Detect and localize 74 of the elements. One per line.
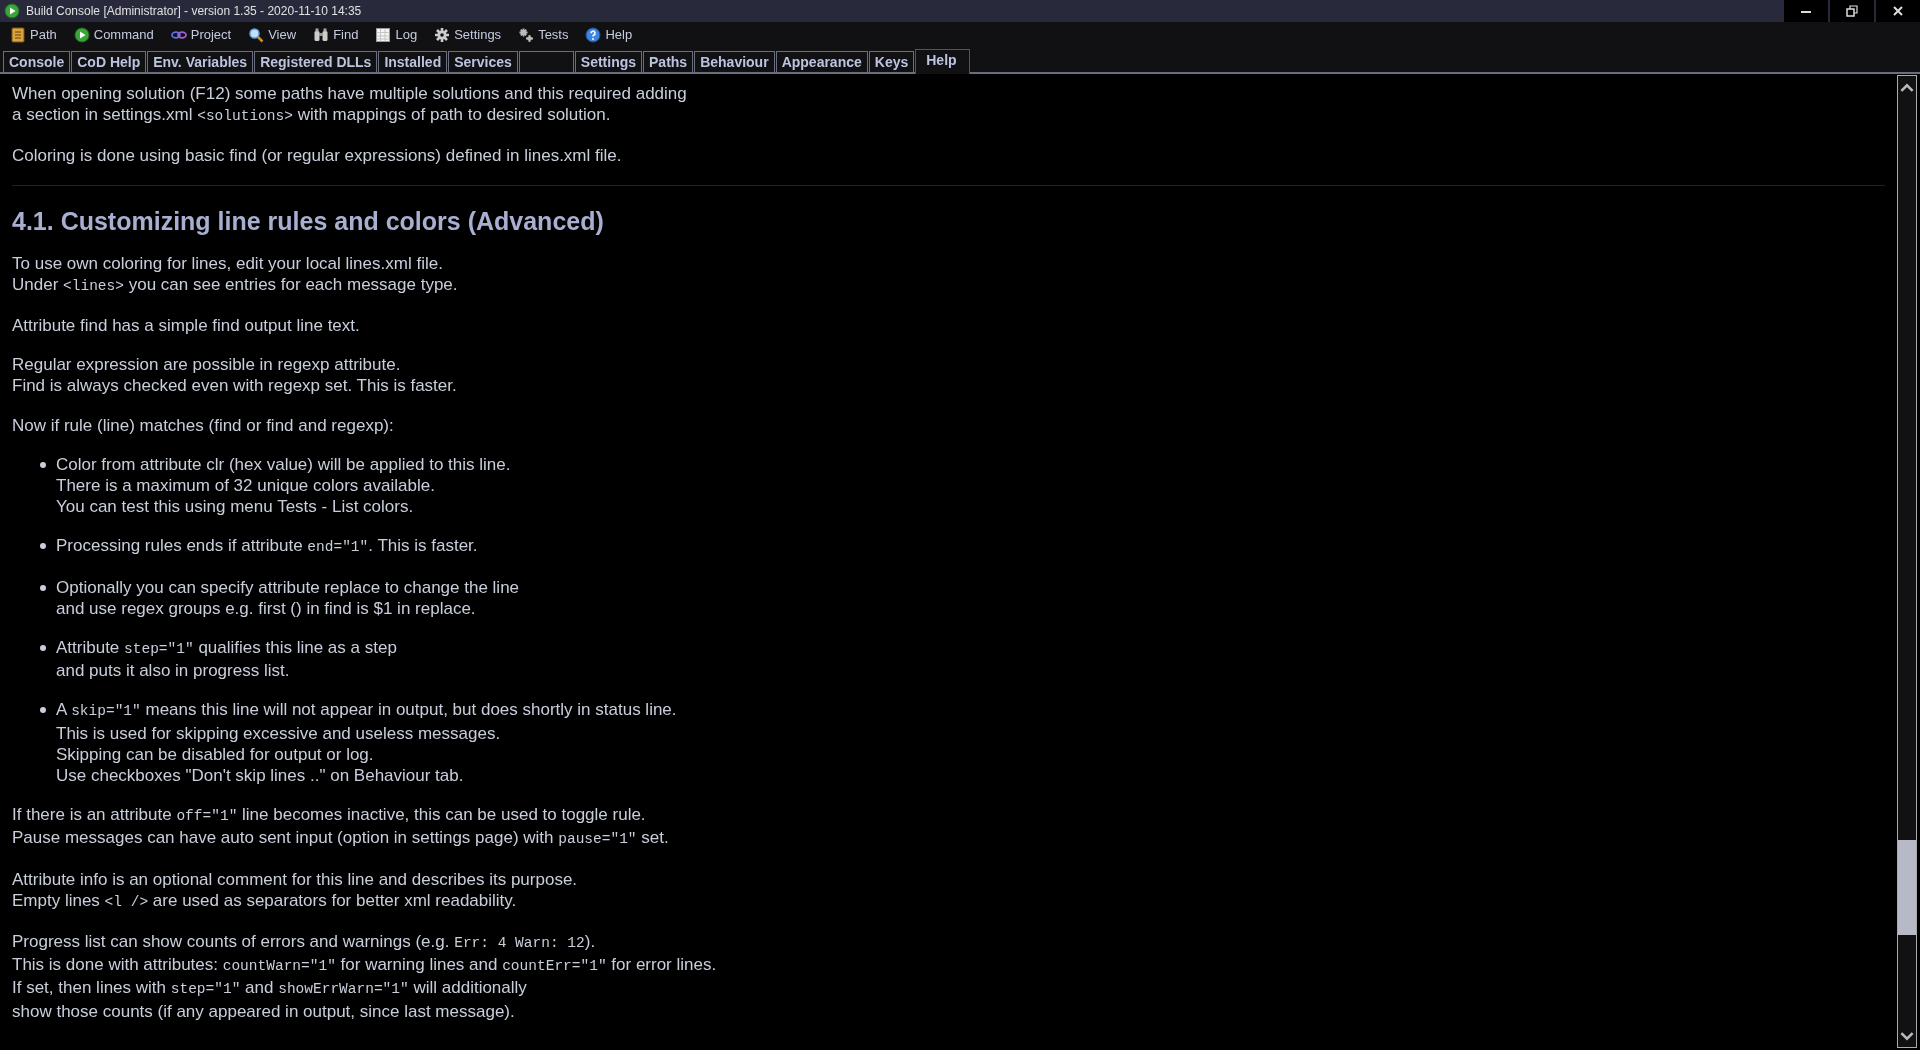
- menu-item[interactable]: Find: [333, 27, 359, 42]
- text-line: You can test this using menu Tests - List colors.: [56, 496, 415, 518]
- menu-item[interactable]: Log: [395, 27, 418, 42]
- text-line: This is done with attributes: countWarn="1" for warning lines and countErr="1" for error lines.: [12, 954, 718, 977]
- text-line: show those counts (if any appeared in output, since last message).: [12, 1000, 516, 1022]
- text-line: a section in settings.xml <solutions> with mappings of path to desired solution.: [12, 104, 612, 127]
- text-line: This is used for skipping excessive and useless messages.: [56, 722, 502, 744]
- tab[interactable]: Env. Variables: [147, 51, 254, 72]
- tab[interactable]: Keys: [868, 51, 915, 72]
- minimize-button[interactable]: [1784, 0, 1828, 22]
- search-icon: [248, 26, 265, 43]
- tab[interactable]: Console: [3, 51, 71, 72]
- text-line: Skipping can be disabled for output or log.: [56, 743, 375, 766]
- text-line: Processing rules ends if attribute end="1". This is faster.: [56, 535, 478, 558]
- text-line: and puts it also in progress list.: [56, 660, 291, 682]
- blank-tab[interactable]: [518, 51, 574, 72]
- text-line: Attribute find has a simple find output line text.: [12, 315, 361, 337]
- help-icon: [585, 26, 602, 43]
- close-button[interactable]: [1876, 0, 1920, 22]
- notebook-icon: [10, 26, 26, 43]
- window-title: Build Console [Administrator] - version 1.35 - 2020-11-10 14:35: [26, 4, 363, 18]
- text-line: Attribute info is an optional comment for this line and describes its purpose.: [12, 868, 579, 890]
- text-line: Attribute step="1" qualifies this line as a step: [56, 637, 397, 660]
- tab[interactable]: CoD Help: [71, 51, 147, 72]
- menu-item[interactable]: Settings: [454, 27, 502, 42]
- sheet-icon: [375, 26, 392, 43]
- tab[interactable]: Installed: [378, 51, 448, 72]
- text-line: and use regex groups e.g. first () in find is $1 in replace.: [56, 597, 477, 620]
- bullet-icon: [40, 584, 46, 591]
- text-line: Empty lines <l /> are used as separators for better xml readability.: [12, 889, 518, 912]
- text-line: Regular expression are possible in regexp attribute.: [12, 354, 402, 376]
- text-line: Under <lines> you can see entries for each message type.: [12, 273, 459, 296]
- section-heading: 4.1. Customizing line rules and colors (Advanced): [12, 205, 605, 236]
- gear-icon: [434, 26, 451, 43]
- text-line: Find is always checked even with regexp set. This is faster.: [12, 375, 458, 397]
- menu-item[interactable]: Tests: [538, 27, 569, 42]
- tab[interactable]: Registered DLLs: [254, 51, 378, 72]
- tab[interactable]: Paths: [643, 51, 694, 72]
- tab[interactable]: Behaviour: [694, 51, 775, 72]
- menu-item[interactable]: Help: [605, 27, 633, 42]
- text-line: If there is an attribute off="1" line becomes inactive, this can be used to toggle rule.: [12, 804, 647, 827]
- restore-icon: [1846, 5, 1858, 17]
- menu-item[interactable]: Path: [30, 27, 57, 42]
- text-line: Coloring is done using basic find (or regular expressions) defined in lines.xml file.: [12, 145, 623, 167]
- text-line: Progress list can show counts of errors and warnings (e.g. Err: 4 Warn: 12).: [12, 931, 597, 954]
- text-line: If set, then lines with step="1" and showErrWarn="1" will additionally: [12, 977, 528, 1000]
- tab[interactable]: Help: [915, 49, 970, 74]
- binoculars-icon: [313, 26, 330, 43]
- text-line: When opening solution (F12) some paths have multiple solutions and this required adding: [12, 83, 688, 105]
- bullet-icon: [40, 645, 46, 652]
- bullet-icon: [40, 543, 46, 550]
- close-icon: [1892, 5, 1904, 17]
- bullet-icon: [40, 461, 46, 468]
- text-line: Color from attribute clr (hex value) will be applied to this line.: [56, 453, 511, 476]
- bullet-icon: [40, 707, 46, 714]
- restore-button[interactable]: [1830, 0, 1874, 22]
- text-line: Optionally you can specify attribute replace to change the line: [56, 576, 520, 598]
- tab[interactable]: Services: [448, 51, 518, 72]
- play-icon: [73, 26, 90, 43]
- text-line: Pause messages can have auto sent input (option in settings page) with pause="1" set.: [12, 827, 670, 850]
- scrollbar-thumb[interactable]: [1898, 840, 1916, 935]
- app-icon: [4, 3, 20, 19]
- text-line: There is a maximum of 32 unique colors available.: [56, 475, 436, 497]
- scrollbar[interactable]: [1897, 75, 1917, 1048]
- tab[interactable]: Appearance: [775, 51, 868, 72]
- text-line: Use checkboxes "Don't skip lines .." on Behaviour tab.: [56, 765, 465, 787]
- text-line: Now if rule (line) matches (find or find and regexp):: [12, 414, 395, 436]
- menu-item[interactable]: Command: [93, 27, 154, 42]
- menu-item[interactable]: Project: [190, 27, 232, 42]
- gears-icon: [518, 26, 535, 43]
- text-line: A skip="1" means this line will not appear in output, but does shortly in status line.: [56, 699, 677, 722]
- menu-item[interactable]: View: [268, 27, 297, 42]
- text-line: To use own coloring for lines, edit your local lines.xml file.: [12, 252, 444, 274]
- tab[interactable]: Settings: [574, 51, 643, 72]
